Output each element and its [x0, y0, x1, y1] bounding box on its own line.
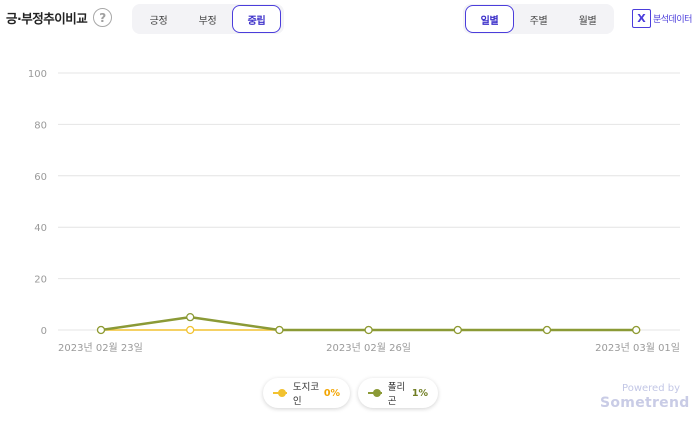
legend-percent: 0%: [323, 387, 340, 399]
data-point: [632, 325, 641, 335]
x-tick-label: 2023년 02월 23일: [58, 342, 143, 354]
data-point: [364, 325, 373, 335]
data-point: [96, 325, 106, 335]
x-tick-label: 2023년 03월 01일: [595, 342, 680, 354]
y-tick-label: 80: [34, 120, 47, 131]
x-tick-label: 2023년 02월 26일: [326, 342, 411, 354]
legend-marker-icon: [273, 388, 287, 398]
line-chart: 0 20 40 60 80 100 2023년 02월 23일 2023년 02월 26일 20…: [28, 69, 680, 354]
y-tick-label: 20: [34, 275, 47, 286]
y-tick-label: 60: [34, 172, 47, 183]
y-tick-label: 100: [28, 69, 47, 80]
powered-by-text: Powered by: [622, 383, 680, 394]
legend-item-dogecoin[interactable]: 도지코인 0%: [263, 378, 350, 408]
legend-percent: 1%: [411, 387, 428, 399]
legend-item-polygon[interactable]: 폴리곤 1%: [358, 378, 438, 408]
brand-logo: Sometrend: [600, 395, 690, 411]
powered-by-logo: Powered by Sometrend: [600, 383, 690, 411]
data-point: [542, 325, 552, 335]
data-point: [186, 312, 195, 322]
legend-label: 폴리곤: [387, 382, 406, 407]
y-tick-label: 0: [41, 326, 47, 337]
data-point: [275, 325, 284, 335]
legend-marker-icon: [368, 388, 382, 398]
data-point: [453, 325, 462, 335]
legend-label: 도지코인: [292, 382, 320, 407]
y-tick-label: 40: [34, 223, 47, 234]
data-point: [186, 325, 195, 335]
